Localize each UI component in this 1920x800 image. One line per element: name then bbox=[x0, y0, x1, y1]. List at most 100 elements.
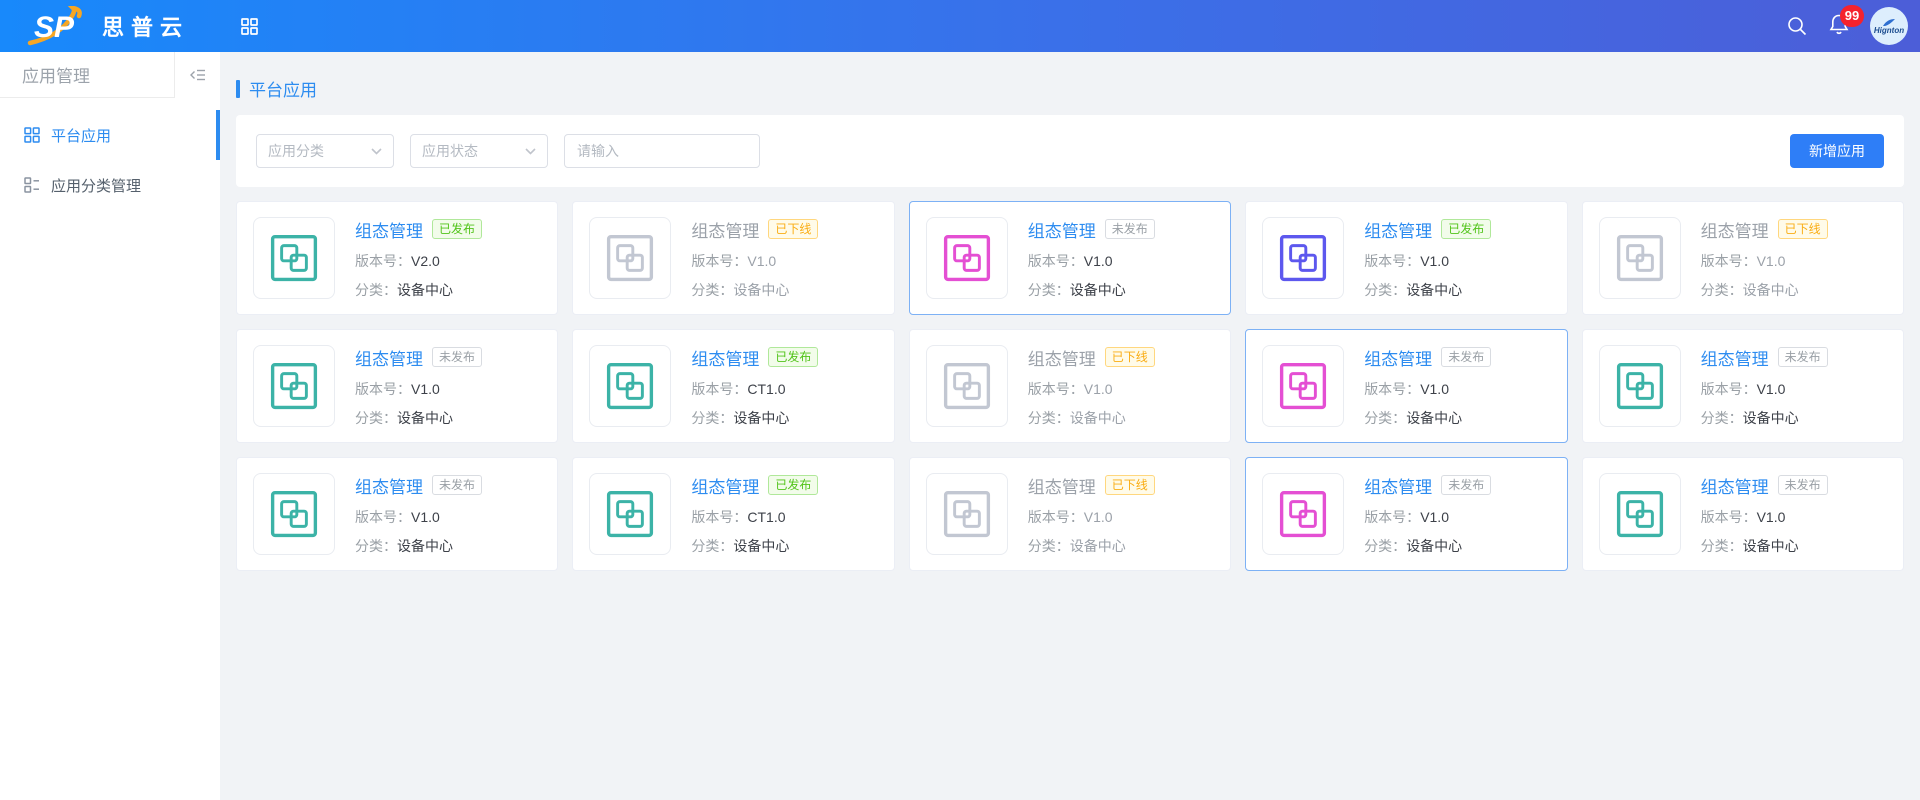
app-card[interactable]: 组态管理 已发布 版本号：CT1.0 分类：设备中心 bbox=[572, 329, 894, 443]
version-label: 版本号： bbox=[1028, 509, 1084, 525]
version-value: V1.0 bbox=[411, 381, 440, 397]
app-card[interactable]: 组态管理 未发布 版本号：V1.0 分类：设备中心 bbox=[909, 201, 1231, 315]
overlapping-squares-icon bbox=[603, 487, 657, 541]
app-card-body: 组态管理 已发布 版本号：V2.0 分类：设备中心 bbox=[355, 217, 482, 300]
app-card[interactable]: 组态管理 未发布 版本号：V1.0 分类：设备中心 bbox=[236, 457, 558, 571]
app-title-link[interactable]: 组态管理 bbox=[691, 473, 759, 498]
overlapping-squares-icon bbox=[267, 231, 321, 285]
app-title-link[interactable]: 组态管理 bbox=[1701, 473, 1769, 498]
user-avatar[interactable]: Hignton bbox=[1870, 7, 1908, 45]
app-title-link[interactable]: 组态管理 bbox=[1701, 345, 1769, 370]
app-icon-box bbox=[926, 217, 1008, 299]
app-shell: 应用管理 bbox=[0, 52, 1920, 800]
sidebar-item-platform-apps[interactable]: 平台应用 bbox=[0, 110, 220, 160]
app-card[interactable]: 组态管理 未发布 版本号：V1.0 分类：设备中心 bbox=[1245, 457, 1567, 571]
page-title-row: 平台应用 bbox=[236, 76, 1904, 101]
category-label: 分类： bbox=[691, 538, 733, 554]
version-value: V1.0 bbox=[1084, 253, 1113, 269]
app-title-link[interactable]: 组态管理 bbox=[1701, 217, 1769, 242]
app-icon-box bbox=[1599, 473, 1681, 555]
app-title-link[interactable]: 组态管理 bbox=[691, 217, 759, 242]
app-title-link[interactable]: 组态管理 bbox=[355, 217, 423, 242]
app-title-link[interactable]: 组态管理 bbox=[1028, 345, 1096, 370]
overlapping-squares-icon bbox=[1613, 487, 1667, 541]
page-title: 平台应用 bbox=[249, 76, 317, 101]
version-value: CT1.0 bbox=[747, 381, 785, 397]
app-status-badge: 已发布 bbox=[1441, 219, 1491, 239]
overlapping-squares-icon bbox=[1613, 231, 1667, 285]
version-label: 版本号： bbox=[355, 253, 411, 269]
app-category-select[interactable]: 应用分类 bbox=[256, 134, 394, 168]
sidebar-collapse-button[interactable] bbox=[174, 52, 220, 98]
version-value: V1.0 bbox=[411, 509, 440, 525]
app-title-link[interactable]: 组态管理 bbox=[1028, 473, 1096, 498]
overlapping-squares-icon bbox=[1276, 487, 1330, 541]
version-value: V2.0 bbox=[411, 253, 440, 269]
version-value: V1.0 bbox=[747, 253, 776, 269]
version-value: V1.0 bbox=[1420, 253, 1449, 269]
app-title-link[interactable]: 组态管理 bbox=[691, 345, 759, 370]
apps-grid-icon[interactable] bbox=[241, 18, 258, 35]
version-value: V1.0 bbox=[1420, 381, 1449, 397]
app-status-select[interactable]: 应用状态 bbox=[410, 134, 548, 168]
category-value: 设备中心 bbox=[397, 282, 453, 298]
avatar-brand-text: Hignton bbox=[1874, 27, 1904, 35]
app-card[interactable]: 组态管理 已下线 版本号：V1.0 分类：设备中心 bbox=[909, 329, 1231, 443]
category-label: 分类： bbox=[1364, 538, 1406, 554]
sidebar-item-app-category-management[interactable]: 应用分类管理 bbox=[0, 160, 220, 210]
app-card[interactable]: 组态管理 未发布 版本号：V1.0 分类：设备中心 bbox=[1245, 329, 1567, 443]
app-status-select-placeholder: 应用状态 bbox=[422, 141, 478, 161]
app-title-link[interactable]: 组态管理 bbox=[1364, 345, 1432, 370]
app-title-link[interactable]: 组态管理 bbox=[355, 345, 423, 370]
brand-logo[interactable]: SP 思普云 bbox=[26, 6, 189, 46]
version-value: V1.0 bbox=[1757, 253, 1786, 269]
app-card[interactable]: 组态管理 未发布 版本号：V1.0 分类：设备中心 bbox=[1582, 329, 1904, 443]
svg-text:SP: SP bbox=[34, 11, 75, 44]
app-status-badge: 未发布 bbox=[432, 475, 482, 495]
category-value: 设备中心 bbox=[1070, 538, 1126, 554]
chevron-down-icon bbox=[371, 148, 382, 155]
sp-logo-icon: SP bbox=[26, 6, 92, 46]
category-label: 分类： bbox=[1028, 282, 1070, 298]
app-status-badge: 已发布 bbox=[432, 219, 482, 239]
sidebar-item-label: 应用分类管理 bbox=[51, 175, 141, 196]
sidebar-title: 应用管理 bbox=[0, 52, 174, 98]
category-value: 设备中心 bbox=[397, 410, 453, 426]
app-card-body: 组态管理 已下线 版本号：V1.0 分类：设备中心 bbox=[1701, 217, 1828, 300]
app-card[interactable]: 组态管理 已发布 版本号：V2.0 分类：设备中心 bbox=[236, 201, 558, 315]
search-input[interactable] bbox=[564, 134, 760, 168]
app-icon-box bbox=[1599, 345, 1681, 427]
notification-bell[interactable]: 99 bbox=[1828, 13, 1850, 40]
app-card[interactable]: 组态管理 未发布 版本号：V1.0 分类：设备中心 bbox=[236, 329, 558, 443]
version-value: CT1.0 bbox=[747, 509, 785, 525]
app-card[interactable]: 组态管理 已下线 版本号：V1.0 分类：设备中心 bbox=[1582, 201, 1904, 315]
version-label: 版本号： bbox=[355, 509, 411, 525]
version-label: 版本号： bbox=[1028, 381, 1084, 397]
category-value: 设备中心 bbox=[397, 538, 453, 554]
app-title-link[interactable]: 组态管理 bbox=[1364, 473, 1432, 498]
top-header: SP 思普云 99 bbox=[0, 0, 1920, 52]
version-value: V1.0 bbox=[1084, 509, 1113, 525]
app-status-badge: 已发布 bbox=[768, 475, 818, 495]
app-icon-box bbox=[253, 473, 335, 555]
version-label: 版本号： bbox=[1701, 381, 1757, 397]
app-card[interactable]: 组态管理 未发布 版本号：V1.0 分类：设备中心 bbox=[1582, 457, 1904, 571]
app-card-grid: 组态管理 已发布 版本号：V2.0 分类：设备中心 组态管理 已下线 bbox=[236, 201, 1904, 571]
category-value: 设备中心 bbox=[733, 410, 789, 426]
app-status-badge: 未发布 bbox=[1778, 475, 1828, 495]
app-card[interactable]: 组态管理 已发布 版本号：V1.0 分类：设备中心 bbox=[1245, 201, 1567, 315]
search-icon[interactable] bbox=[1786, 15, 1808, 37]
app-card[interactable]: 组态管理 已下线 版本号：V1.0 分类：设备中心 bbox=[572, 201, 894, 315]
app-title-link[interactable]: 组态管理 bbox=[355, 473, 423, 498]
sidebar-header: 应用管理 bbox=[0, 52, 220, 98]
category-value: 设备中心 bbox=[1743, 282, 1799, 298]
app-title-link[interactable]: 组态管理 bbox=[1364, 217, 1432, 242]
sidebar-item-label: 平台应用 bbox=[51, 125, 111, 146]
category-value: 设备中心 bbox=[1070, 410, 1126, 426]
app-title-link[interactable]: 组态管理 bbox=[1028, 217, 1096, 242]
app-card[interactable]: 组态管理 已发布 版本号：CT1.0 分类：设备中心 bbox=[572, 457, 894, 571]
app-icon-box bbox=[926, 473, 1008, 555]
app-icon-box bbox=[1599, 217, 1681, 299]
add-app-button[interactable]: 新增应用 bbox=[1790, 134, 1884, 168]
app-card[interactable]: 组态管理 已下线 版本号：V1.0 分类：设备中心 bbox=[909, 457, 1231, 571]
